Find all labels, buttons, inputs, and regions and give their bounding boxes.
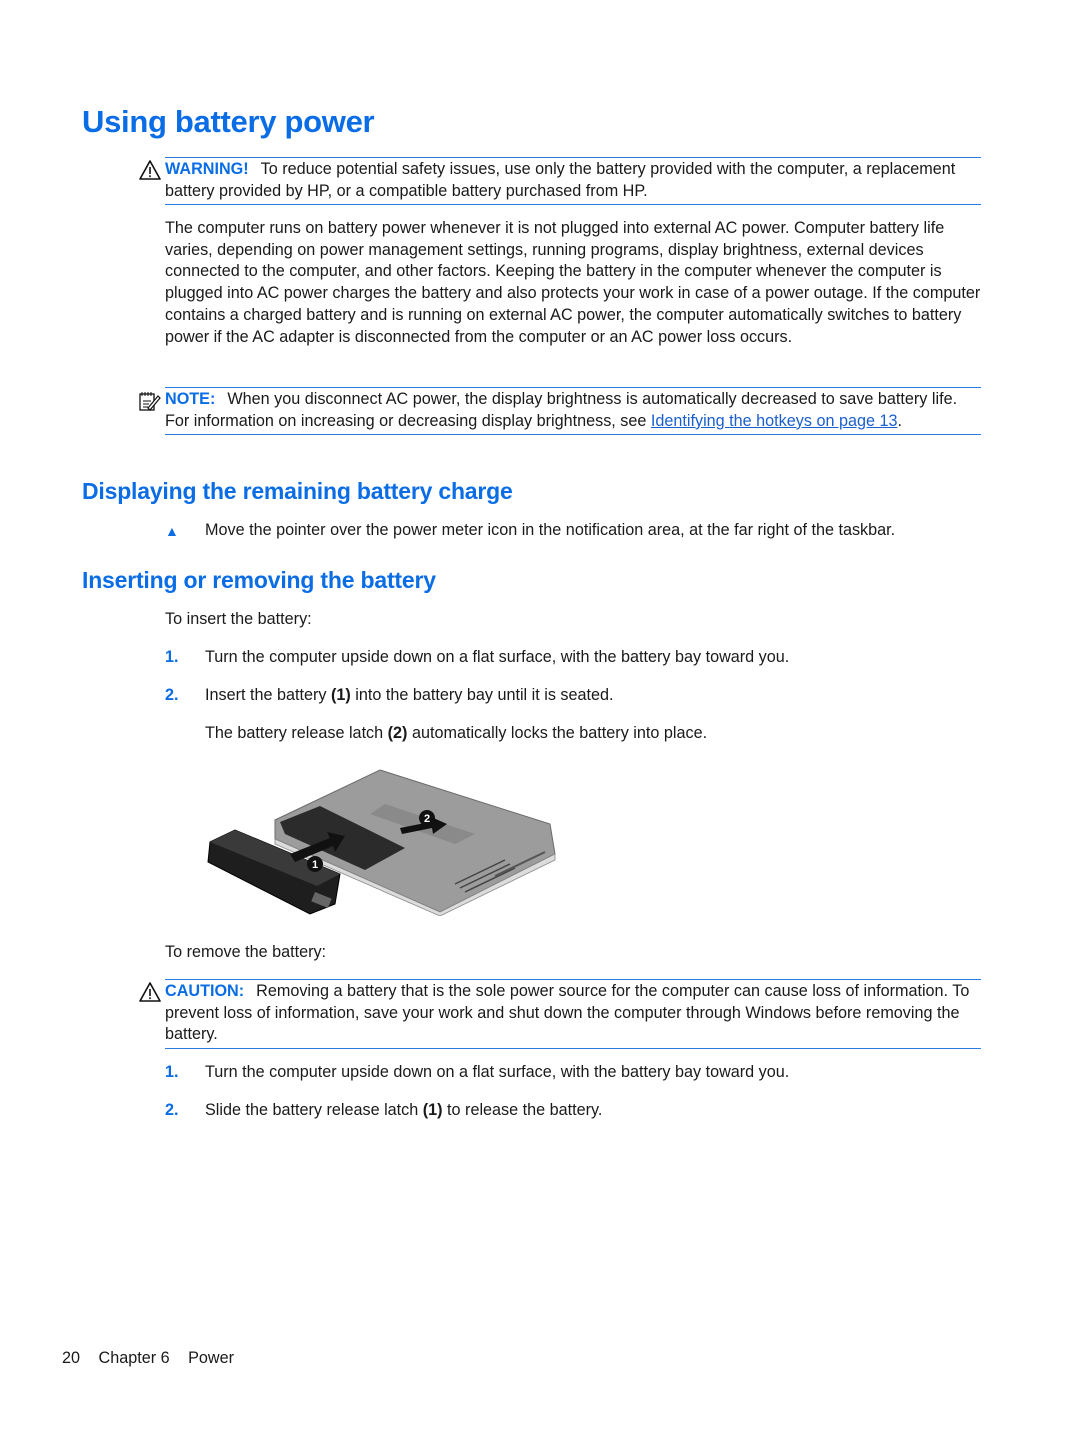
sub-pre: The battery release latch <box>205 724 388 742</box>
chapter-label: Chapter 6 <box>98 1349 170 1367</box>
callout-ref: (1) <box>422 1101 443 1119</box>
note-period: . <box>897 411 902 430</box>
callout-2: 2 <box>424 813 430 825</box>
step-number: 2. <box>165 686 179 704</box>
caution-triangle-icon <box>139 982 161 1002</box>
remove-intro: To remove the battery: <box>165 943 327 961</box>
chapter-title: Power <box>188 1349 234 1367</box>
note-label: NOTE: <box>165 390 216 408</box>
step-text-post: into the battery bay until it is seated. <box>350 686 614 704</box>
warning-notice: WARNING! To reduce potential safety issue… <box>139 157 981 206</box>
section-heading-remaining-charge: Displaying the remaining battery charge <box>82 478 513 504</box>
battery-insertion-figure: 1 2 <box>207 769 556 916</box>
step-number: 1. <box>165 648 179 666</box>
step-text-pre: Insert the battery <box>205 686 331 704</box>
callout-1: 1 <box>312 859 318 871</box>
sub-post: automatically locks the battery into pla… <box>407 724 708 742</box>
step-text: Insert the battery (1) into the battery … <box>205 685 614 707</box>
warning-text: To reduce potential safety issues, use o… <box>165 160 956 200</box>
page-title: Using battery power <box>82 104 375 139</box>
intro-paragraph: The computer runs on battery power whene… <box>165 219 981 346</box>
step-number: 1. <box>165 1063 179 1081</box>
caution-notice: CAUTION: Removing a battery that is the s… <box>139 979 981 1050</box>
step-text-pre: Slide the battery release latch <box>205 1101 423 1119</box>
section-heading-insert-remove: Inserting or removing the battery <box>82 567 436 593</box>
callout-ref: (2) <box>387 724 408 742</box>
bullet-text: Move the pointer over the power meter ic… <box>205 521 896 539</box>
step-text: Turn the computer upside down on a flat … <box>205 648 790 666</box>
step-text: Slide the battery release latch (1) to r… <box>205 1100 602 1122</box>
warning-label: WARNING! <box>165 160 249 178</box>
triangle-bullet-icon: ▲ <box>165 523 179 539</box>
step-text-post: to release the battery. <box>442 1101 603 1119</box>
warning-triangle-icon <box>139 160 161 180</box>
page-footer: 20 Chapter 6 Power <box>62 1349 248 1368</box>
page-number: 20 <box>62 1349 81 1367</box>
sub-note-text: The battery release latch (2) automatica… <box>205 723 707 745</box>
caution-label: CAUTION: <box>165 982 245 1000</box>
step-text: Turn the computer upside down on a flat … <box>205 1063 790 1081</box>
hotkeys-link[interactable]: Identifying the hotkeys on page 13 <box>651 412 898 430</box>
insert-intro: To insert the battery: <box>165 610 312 628</box>
note-notice: NOTE: When you disconnect AC power, the d… <box>139 387 981 436</box>
note-pencil-icon <box>139 392 161 411</box>
callout-ref: (1) <box>330 686 351 704</box>
step-number: 2. <box>165 1101 179 1119</box>
caution-text: Removing a battery that is the sole powe… <box>165 982 970 1044</box>
